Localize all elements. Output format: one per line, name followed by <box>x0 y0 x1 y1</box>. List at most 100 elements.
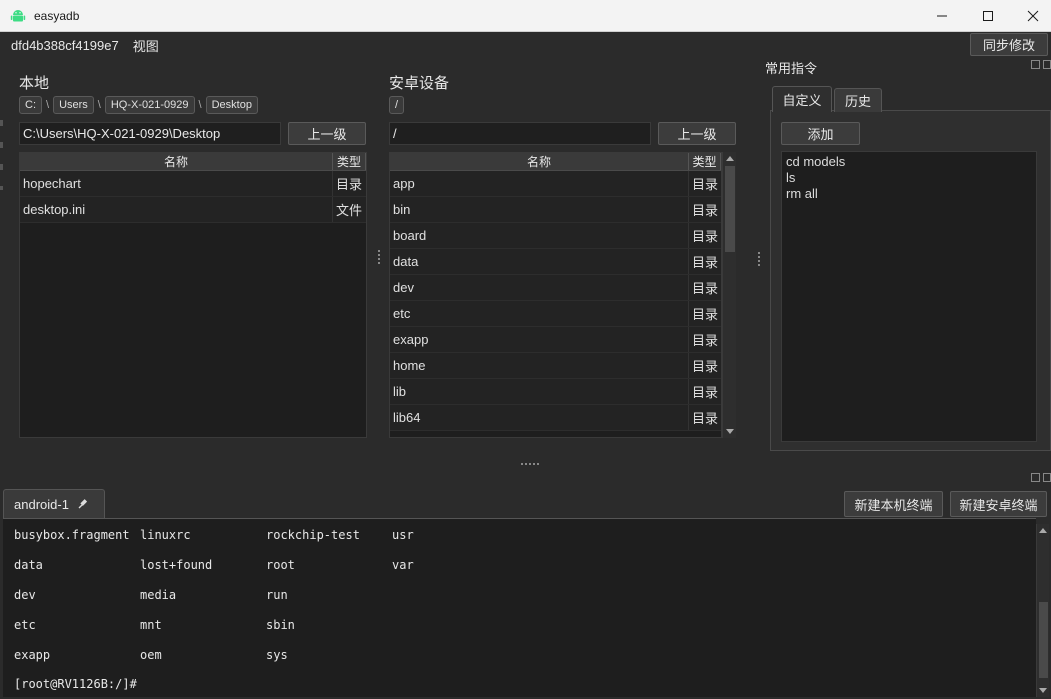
window-title: easyadb <box>34 8 80 23</box>
tab-custom[interactable]: 自定义 <box>772 86 832 112</box>
file-name: exapp <box>390 327 689 352</box>
terminal-entry: var <box>392 558 414 572</box>
list-item[interactable]: cd models <box>786 154 1032 170</box>
terminal-entry: busybox.fragment <box>14 528 130 542</box>
android-file-table: 名称 类型 app 目录 bin 目录 board 目录 data 目录 dev 目录 etc 目录 e… <box>389 152 722 438</box>
terminal-entry: dev <box>14 588 36 602</box>
file-type: 目录 <box>692 359 719 374</box>
splitter-handle[interactable] <box>521 463 539 465</box>
file-name: home <box>390 353 689 378</box>
file-type: 目录 <box>692 333 719 348</box>
scroll-down-icon[interactable] <box>1039 688 1047 693</box>
file-name: dev <box>390 275 689 300</box>
table-row[interactable]: app 目录 <box>390 171 721 197</box>
table-row[interactable]: home 目录 <box>390 353 721 379</box>
local-up-button[interactable]: 上一级 <box>288 122 366 145</box>
sync-button[interactable]: 同步修改 <box>970 33 1048 56</box>
terminal-entry: exapp <box>14 648 51 662</box>
file-type: 目录 <box>692 177 719 192</box>
android-up-button[interactable]: 上一级 <box>658 122 736 145</box>
list-item[interactable]: ls <box>786 170 1032 186</box>
terminal-prompt: [root@RV1126B:/]# <box>14 677 137 691</box>
android-table-scrollbar[interactable] <box>722 152 736 438</box>
menu-bar: dfd4b388cf4199e7 视图 <box>0 32 1051 58</box>
file-type: 目录 <box>692 411 719 426</box>
close-button[interactable] <box>1010 0 1051 32</box>
table-row[interactable]: board 目录 <box>390 223 721 249</box>
file-type: 目录 <box>692 281 719 296</box>
table-row[interactable]: etc 目录 <box>390 301 721 327</box>
float-panel-icon[interactable] <box>1031 60 1040 69</box>
maximize-button[interactable] <box>965 0 1011 32</box>
scroll-up-icon[interactable] <box>726 156 734 161</box>
terminal-entry: rockchip-test <box>266 528 360 542</box>
crumb-root[interactable]: / <box>389 96 405 114</box>
terminal-entry: root <box>266 558 295 572</box>
file-name: lib64 <box>390 405 689 430</box>
terminal-entry: lost+found <box>140 558 213 572</box>
scroll-up-icon[interactable] <box>1039 528 1047 533</box>
column-name[interactable]: 名称 <box>20 153 333 170</box>
table-row[interactable]: dev 目录 <box>390 275 721 301</box>
tab-android-1[interactable]: android-1 <box>3 489 105 518</box>
crumb-separator: \ <box>97 99 101 111</box>
splitter-handle[interactable] <box>758 252 760 268</box>
table-row[interactable]: hopechart 目录 <box>20 171 366 197</box>
local-title: 本地 <box>19 75 50 92</box>
terminal-tab-label: android-1 <box>14 496 69 512</box>
close-panel-icon[interactable] <box>1043 473 1051 482</box>
table-row[interactable]: desktop.ini 文件 <box>20 197 366 223</box>
crumb-users[interactable]: Users <box>53 96 94 114</box>
file-type: 目录 <box>692 385 719 400</box>
close-panel-icon[interactable] <box>1043 60 1051 69</box>
file-name: board <box>390 223 689 248</box>
local-path-input[interactable]: C:\Users\HQ-X-021-0929\Desktop <box>19 122 281 145</box>
terminal-entry: usr <box>392 528 414 542</box>
file-name: app <box>390 171 689 196</box>
file-type: 目录 <box>692 229 719 244</box>
terminal-scrollbar[interactable] <box>1036 524 1049 697</box>
file-name: hopechart <box>20 171 333 196</box>
column-type[interactable]: 类型 <box>689 153 721 170</box>
scrollbar-thumb[interactable] <box>1039 602 1048 678</box>
title-bar: easyadb <box>0 0 1051 32</box>
tab-history[interactable]: 历史 <box>834 88 882 112</box>
crumb-user[interactable]: HQ-X-021-0929 <box>104 96 195 114</box>
table-row[interactable]: exapp 目录 <box>390 327 721 353</box>
command-list: cd models ls rm all <box>781 151 1037 442</box>
terminal-entry: linuxrc <box>140 528 191 542</box>
terminal-entry: data <box>14 558 43 572</box>
minimize-button[interactable] <box>919 0 965 32</box>
table-row[interactable]: bin 目录 <box>390 197 721 223</box>
scroll-down-icon[interactable] <box>726 429 734 434</box>
column-name[interactable]: 名称 <box>390 153 689 170</box>
new-android-terminal-button[interactable]: 新建安卓终端 <box>950 491 1047 517</box>
terminal-output[interactable]: busybox.fragment linuxrc rockchip-test usr d… <box>3 518 1036 697</box>
scrollbar-thumb[interactable] <box>725 166 735 252</box>
android-path-input[interactable]: / <box>389 122 651 145</box>
view-menu[interactable]: 视图 <box>133 36 159 55</box>
list-item[interactable]: rm all <box>786 186 1032 202</box>
local-file-table: 名称 类型 hopechart 目录 desktop.ini 文件 <box>19 152 367 438</box>
terminal-entry: sys <box>266 648 288 662</box>
new-local-terminal-button[interactable]: 新建本机终端 <box>844 491 943 517</box>
crumb-drive[interactable]: C: <box>19 96 42 114</box>
terminal-entry: run <box>266 588 288 602</box>
pin-icon[interactable] <box>77 498 89 510</box>
android-rows: app 目录 bin 目录 board 目录 data 目录 dev 目录 etc 目录 exapp 目录… <box>390 171 721 431</box>
splitter-handle[interactable] <box>378 250 380 266</box>
file-name: bin <box>390 197 689 222</box>
crumb-desktop[interactable]: Desktop <box>205 96 258 114</box>
file-name: etc <box>390 301 689 326</box>
column-type[interactable]: 类型 <box>333 153 366 170</box>
float-panel-icon[interactable] <box>1031 473 1040 482</box>
file-type: 目录 <box>692 203 719 218</box>
table-row[interactable]: data 目录 <box>390 249 721 275</box>
table-row[interactable]: lib64 目录 <box>390 405 721 431</box>
device-id-menu[interactable]: dfd4b388cf4199e7 <box>11 38 119 53</box>
add-command-button[interactable]: 添加 <box>781 122 860 145</box>
commands-title: 常用指令 <box>765 61 818 76</box>
terminal-entry: media <box>140 588 177 602</box>
crumb-separator: \ <box>198 99 202 111</box>
table-row[interactable]: lib 目录 <box>390 379 721 405</box>
